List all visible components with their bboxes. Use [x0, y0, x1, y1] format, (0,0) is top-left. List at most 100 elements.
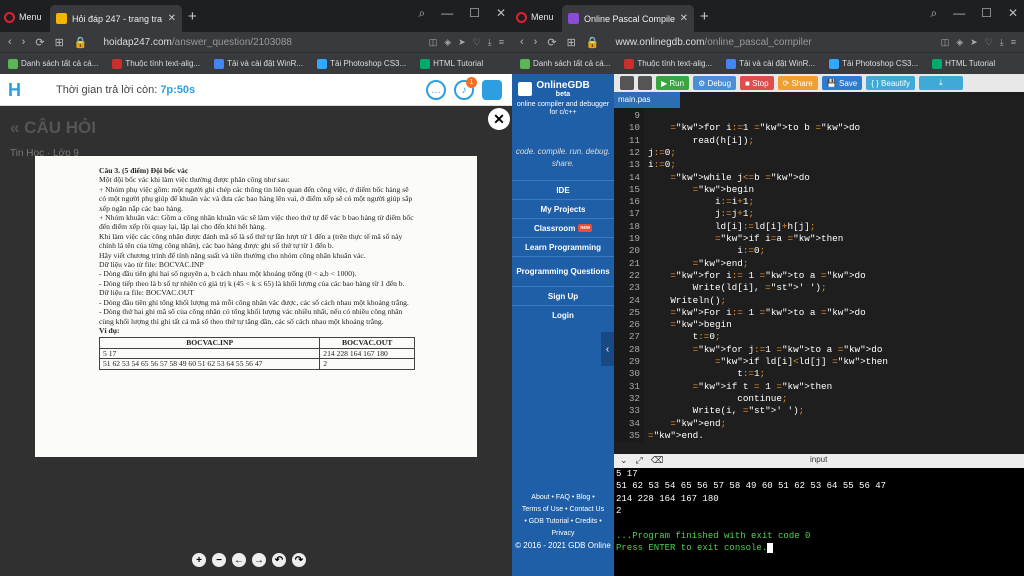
minimize-icon[interactable]: — — [953, 6, 965, 21]
sidebar-item-login[interactable]: Login — [512, 305, 614, 324]
zoom-out-icon[interactable]: − — [212, 553, 226, 567]
new-file-icon[interactable] — [620, 76, 634, 90]
search-icon[interactable]: ⌕ — [418, 6, 425, 21]
bookmark-item[interactable]: Danh sách tất cả cá... — [8, 58, 98, 69]
url-field[interactable]: hoidap247.com/answer_question/2103088 — [103, 37, 428, 48]
tab-bar: Menu Hỏi đáp 247 - trang tra lời ✕ + ⌕ — ☐… — [0, 0, 512, 32]
hoidap-page: H Thời gian trả lời còn: 7p:50s … ♪ 1 « C… — [0, 74, 512, 576]
grid-icon[interactable]: ⊞ — [567, 36, 576, 49]
code-line: ="kw">end; — [692, 257, 749, 269]
expand-icon[interactable]: ⤢ — [636, 455, 643, 466]
send-icon[interactable]: ➤ — [458, 37, 466, 48]
close-window-icon[interactable]: ✕ — [1008, 6, 1018, 21]
minimize-icon[interactable]: — — [441, 6, 453, 21]
bookmark-item[interactable]: HTML Tutorial — [932, 58, 995, 69]
reload-icon[interactable]: ⟳ — [35, 36, 44, 49]
footer-links[interactable]: Privacy — [512, 528, 614, 540]
sidebar-item-my-projects[interactable]: My Projects — [512, 199, 614, 218]
notification-bell-icon[interactable]: ♪ 1 — [454, 77, 477, 100]
bookmark-item[interactable]: Tải Photoshop CS3... — [829, 58, 918, 69]
upload-icon[interactable] — [638, 76, 652, 90]
forward-icon[interactable]: › — [22, 36, 26, 49]
run-button[interactable]: ▶ Run — [656, 76, 690, 90]
menu-icon[interactable]: ≡ — [1011, 37, 1016, 48]
zoom-in-icon[interactable]: + — [192, 553, 206, 567]
opera-menu-button[interactable]: Menu — [516, 8, 554, 26]
example-label: Ví dụ: — [99, 325, 120, 335]
sidebar-item-ide[interactable]: IDE — [512, 180, 614, 199]
sidebar-item-classroom[interactable]: Classroom new — [512, 218, 614, 237]
back-icon[interactable]: ‹ — [8, 36, 12, 49]
io-panel-header: ⌄ ⤢ ⌫ input — [614, 454, 1024, 468]
download-icon[interactable]: ⤓ — [488, 37, 492, 48]
heart-icon[interactable]: ♡ — [985, 37, 993, 48]
opera-logo-icon — [516, 11, 527, 23]
bookmark-item[interactable]: Tải và cài đặt WinR... — [214, 58, 303, 69]
send-icon[interactable]: ➤ — [970, 37, 978, 48]
close-tab-icon[interactable]: ✕ — [168, 13, 176, 24]
download-icon[interactable]: ⤓ — [1000, 37, 1004, 48]
close-viewer-icon[interactable]: ✕ — [488, 108, 510, 130]
share-button[interactable]: ⟳ Share — [777, 76, 818, 90]
browser-tab-hoidap[interactable]: Hỏi đáp 247 - trang tra lời ✕ — [50, 5, 182, 32]
code-line: ="kw">begin — [670, 319, 732, 331]
shield-icon[interactable]: ◈ — [956, 37, 963, 48]
bookmark-item[interactable]: Tải Photoshop CS3... — [317, 58, 406, 69]
rotate-right-icon[interactable]: ↷ — [292, 553, 306, 567]
hamburger-menu-icon[interactable] — [482, 80, 502, 100]
back-icon[interactable]: ‹ — [520, 36, 524, 49]
footer-links[interactable]: • GDB Tutorial • Credits • — [512, 516, 614, 528]
beautify-button[interactable]: { } Beautify — [866, 76, 915, 90]
sidebar: OnlineGDB beta online compiler and debug… — [512, 74, 614, 576]
forward-icon[interactable]: › — [534, 36, 538, 49]
browser-tab-onlinegdb[interactable]: Online Pascal Compiler - o ✕ — [562, 5, 694, 32]
code-line: Write(ld[i], ="st">' '); — [648, 282, 827, 294]
close-tab-icon[interactable]: ✕ — [680, 13, 688, 24]
opera-menu-button[interactable]: Menu — [4, 8, 42, 26]
save-button[interactable]: 💾 Save — [821, 76, 863, 90]
sidebar-item-programming-questions[interactable]: Programming Questions — [512, 256, 614, 286]
bookmark-item[interactable]: Thuộc tính text-alig... — [112, 58, 200, 69]
bookmark-item[interactable]: Danh sách tất cả cá... — [520, 58, 610, 69]
clear-icon[interactable]: ⌫ — [651, 455, 664, 466]
question-image: Câu 3. (5 điểm) Đội bốc vác Một đội bốc … — [35, 156, 477, 457]
maximize-icon[interactable]: ☐ — [469, 6, 480, 21]
shield-icon[interactable]: ◈ — [444, 37, 451, 48]
prev-icon[interactable]: ← — [232, 553, 246, 567]
collapse-icon[interactable]: ⌄ — [620, 455, 628, 466]
collapse-sidebar-icon[interactable]: ‹ — [601, 332, 614, 366]
camera-icon[interactable]: ◫ — [429, 37, 438, 48]
output-console[interactable]: 5 17 51 62 53 54 65 56 57 58 49 60 51 62 … — [614, 468, 1024, 576]
heart-icon[interactable]: ♡ — [473, 37, 481, 48]
example-table: BOCVAC.INP BOCVAC.OUT 5 17 214 228 164 167… — [98, 337, 415, 370]
new-tab-icon[interactable]: + — [700, 8, 709, 25]
footer-links[interactable]: About • FAQ • Blog • — [512, 492, 614, 504]
line-number: 32 — [628, 392, 640, 404]
download-button[interactable]: ⤓ — [918, 76, 963, 90]
sidebar-item-sign-up[interactable]: Sign Up — [512, 286, 614, 305]
grid-icon[interactable]: ⊞ — [55, 36, 64, 49]
close-window-icon[interactable]: ✕ — [496, 6, 506, 21]
debug-button[interactable]: ⚙ Debug — [693, 76, 737, 90]
url-field[interactable]: www.onlinegdb.com/online_pascal_compiler — [615, 37, 940, 48]
reload-icon[interactable]: ⟳ — [547, 36, 556, 49]
rotate-left-icon[interactable]: ↶ — [272, 553, 286, 567]
hoidap-logo-icon[interactable]: H — [8, 81, 24, 99]
menu-icon[interactable]: ≡ — [499, 37, 504, 48]
stop-button[interactable]: ■ Stop — [740, 76, 774, 90]
bookmark-item[interactable]: HTML Tutorial — [420, 58, 483, 69]
camera-icon[interactable]: ◫ — [941, 37, 950, 48]
maximize-icon[interactable]: ☐ — [981, 6, 992, 21]
next-icon[interactable]: → — [252, 553, 266, 567]
bookmark-item[interactable]: Tải và cài đặt WinR... — [726, 58, 815, 69]
console-cursor — [767, 543, 774, 554]
bookmark-item[interactable]: Thuộc tính text-alig... — [624, 58, 712, 69]
file-tab-main-pas[interactable]: main.pas — [614, 92, 680, 108]
sidebar-item-learn-programming[interactable]: Learn Programming — [512, 237, 614, 256]
search-icon[interactable]: ⌕ — [930, 6, 937, 21]
footer-links[interactable]: Terms of Use • Contact Us — [512, 504, 614, 516]
new-tab-icon[interactable]: + — [188, 8, 197, 25]
chat-icon[interactable]: … — [426, 80, 446, 100]
code-editor[interactable]: 9 10 11 12 13 14 15 16 17 18 19 20 21 22 23 24 25 26 27 28 2… — [614, 108, 1024, 442]
line-number: 31 — [628, 380, 640, 392]
